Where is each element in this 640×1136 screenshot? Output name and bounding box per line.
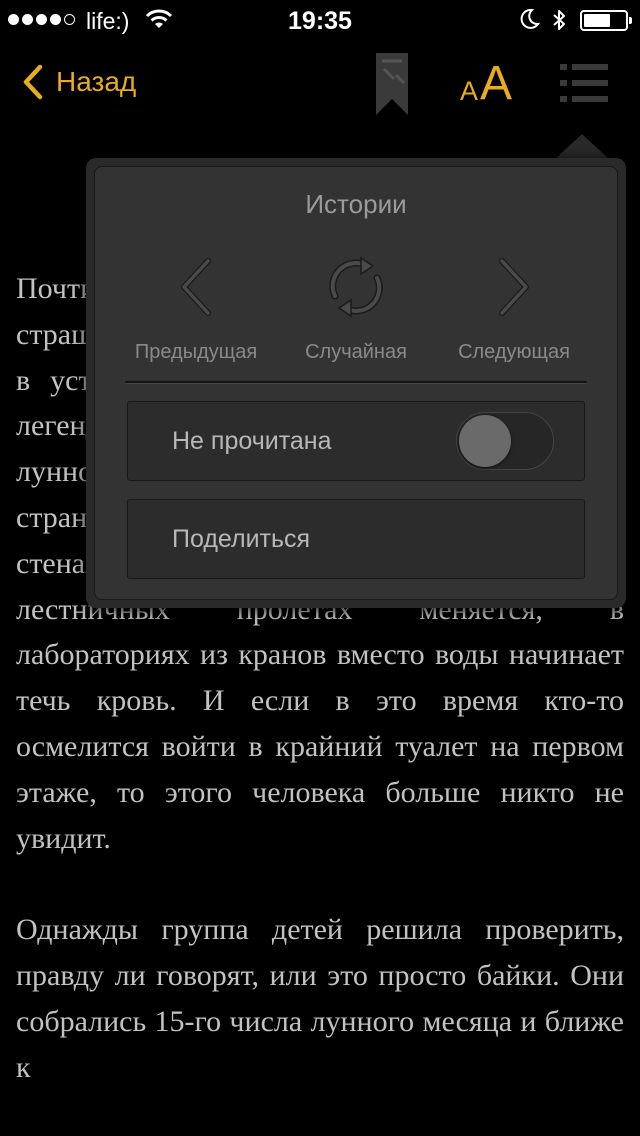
do-not-disturb-icon [518,8,541,36]
list-button[interactable] [560,62,608,109]
share-label: Поделиться [172,525,311,553]
status-bar: life:) 19:35 [0,0,640,40]
font-size-large: A [480,57,513,110]
list-icon [560,64,608,102]
back-label: Назад [56,66,137,97]
font-size-small: A [460,76,479,106]
chevron-left-icon [181,258,211,316]
unread-toggle[interactable] [456,412,554,470]
random-story-label: Случайная [305,341,407,363]
previous-story-label: Предыдущая [134,341,258,363]
chevron-left-icon [23,64,43,100]
chevron-right-icon [499,258,529,316]
previous-story-button[interactable]: Предыдущая [111,247,281,364]
unread-label: Не прочитана [172,427,332,455]
random-story-button[interactable]: Случайная [271,247,441,364]
stories-popup: Истории Предыдущая Случайная Следующая Н… [86,158,626,608]
battery-icon [580,10,632,31]
bookmark-icon [376,53,408,115]
toggle-knob [459,415,511,467]
share-button[interactable]: Поделиться [127,499,585,579]
refresh-icon [329,256,383,318]
nav-bar: Назад A A [0,40,640,128]
bookmark-button[interactable] [374,53,410,122]
bluetooth-icon [551,8,567,38]
back-button[interactable]: Назад [22,60,136,104]
next-story-label: Следующая [458,341,570,363]
popup-title: Истории [305,189,407,219]
unread-row[interactable]: Не прочитана [127,401,585,481]
stories-popup-panel: Истории Предыдущая Случайная Следующая Н… [94,166,618,600]
next-story-button[interactable]: Следующая [429,247,599,364]
article-paragraph: Однажды группа детей решила проверить, п… [16,913,624,1084]
popup-divider [125,381,587,384]
popup-arrow [554,134,610,160]
status-time: 19:35 [288,7,352,35]
